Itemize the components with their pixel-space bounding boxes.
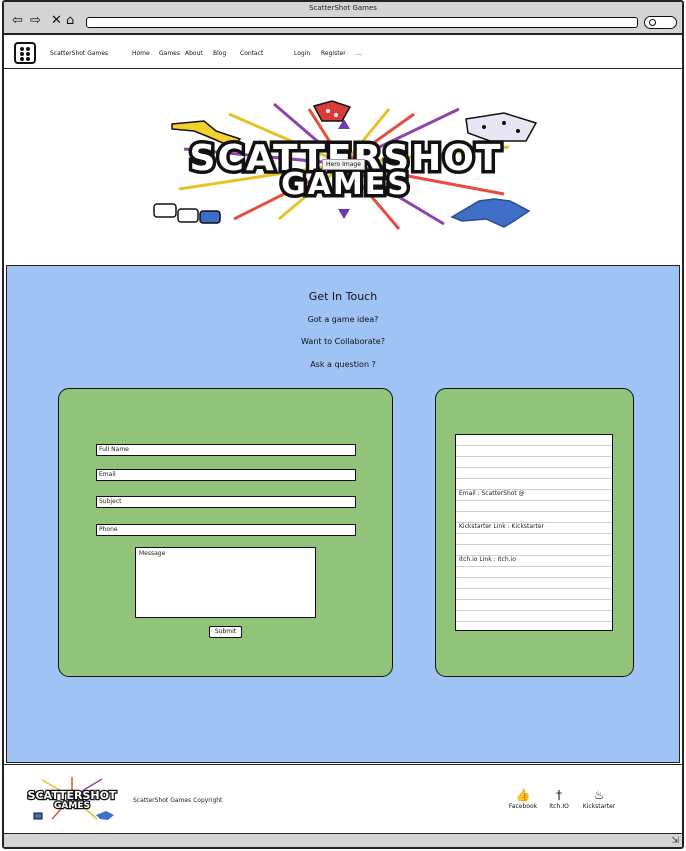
contact-section: Get In Touch Got a game idea? Want to Co… xyxy=(6,265,680,763)
email-field[interactable]: Email xyxy=(96,469,356,481)
site-navbar: ScatterShot Games Home Games About Blog … xyxy=(4,37,682,69)
nav-login[interactable]: Login xyxy=(294,50,310,57)
subject-field[interactable]: Subject xyxy=(96,496,356,508)
kickstarter-label: Kickstarter xyxy=(582,803,616,810)
url-bar[interactable] xyxy=(86,17,638,28)
hero-section: SCATTERSHOT GAMES Hero Image xyxy=(4,69,682,265)
flame-icon: ♨ xyxy=(593,788,605,802)
message-field[interactable]: Message xyxy=(135,547,316,618)
close-icon[interactable]: ✕ xyxy=(51,14,62,27)
full-name-field[interactable]: Full Name xyxy=(96,444,356,456)
nav-blog[interactable]: Blog xyxy=(213,50,226,57)
contact-heading: Get In Touch xyxy=(308,290,378,303)
submit-button[interactable]: Submit xyxy=(209,626,242,638)
contact-line-game-idea: Got a game idea? xyxy=(307,315,379,324)
browser-window: ScatterShot Games ⇦ ⇨ ✕ ⌂ ScatterShot Ga… xyxy=(2,0,684,849)
arrow-left-icon[interactable]: ⇦ xyxy=(12,14,23,27)
info-itchio-link[interactable]: Itch.io Link : Itch.io xyxy=(459,556,516,563)
search-icon xyxy=(649,19,656,26)
kickstarter-link[interactable]: ♨ Kickstarter xyxy=(579,789,619,810)
itchio-label: Itch.IO xyxy=(549,803,569,810)
contact-line-question: Ask a question ? xyxy=(310,360,376,369)
arrow-right-icon[interactable]: ⇨ xyxy=(30,14,41,27)
contact-form-panel: Full Name Email Subject Phone Message Su… xyxy=(58,388,393,677)
site-footer: SCATTERSHOT GAMES ScatterShot Games Copy… xyxy=(4,764,682,834)
info-kickstarter-link[interactable]: Kickstarter Link : Kickstarter xyxy=(459,523,544,530)
window-title: ScatterShot Games xyxy=(309,4,377,12)
contact-info-panel: Email : ScatterShot @ Kickstarter Link :… xyxy=(435,388,634,677)
nav-register[interactable]: Register xyxy=(321,50,346,57)
footer-logo: SCATTERSHOT GAMES xyxy=(26,777,118,820)
contact-line-collaborate: Want to Collaborate? xyxy=(301,337,385,346)
browser-titlebar: ScatterShot Games ⇦ ⇨ ✕ ⌂ xyxy=(4,2,682,35)
menu-dice-icon[interactable] xyxy=(14,42,36,64)
info-email[interactable]: Email : ScatterShot @ xyxy=(459,490,525,497)
hero-image-label: Hero Image xyxy=(322,159,365,170)
nav-contact[interactable]: Contact xyxy=(240,50,263,57)
home-icon[interactable]: ⌂ xyxy=(66,14,74,27)
facebook-link[interactable]: 👍 Facebook xyxy=(503,789,543,810)
footer-copyright: ScatterShot Games Copyright xyxy=(133,797,223,804)
resize-handle-icon[interactable]: ⇲ xyxy=(671,836,679,846)
browser-search[interactable] xyxy=(644,16,677,29)
facebook-label: Facebook xyxy=(508,803,538,810)
nav-brand[interactable]: ScatterShot Games xyxy=(50,50,108,57)
nav-home[interactable]: Home xyxy=(132,50,150,57)
nav-about[interactable]: About xyxy=(185,50,203,57)
hero-logo-line2: GAMES xyxy=(281,167,411,202)
thumbs-up-icon: 👍 xyxy=(515,788,531,802)
nav-games[interactable]: Games xyxy=(159,50,180,57)
sword-icon: † xyxy=(556,788,562,802)
contact-info-list: Email : ScatterShot @ Kickstarter Link :… xyxy=(455,434,613,631)
itchio-link[interactable]: † Itch.IO xyxy=(539,789,579,810)
browser-statusbar: ⇲ xyxy=(4,833,682,847)
footer-logo-line2: GAMES xyxy=(54,801,90,811)
phone-field[interactable]: Phone xyxy=(96,524,356,536)
nav-more[interactable]: ... xyxy=(356,50,362,57)
